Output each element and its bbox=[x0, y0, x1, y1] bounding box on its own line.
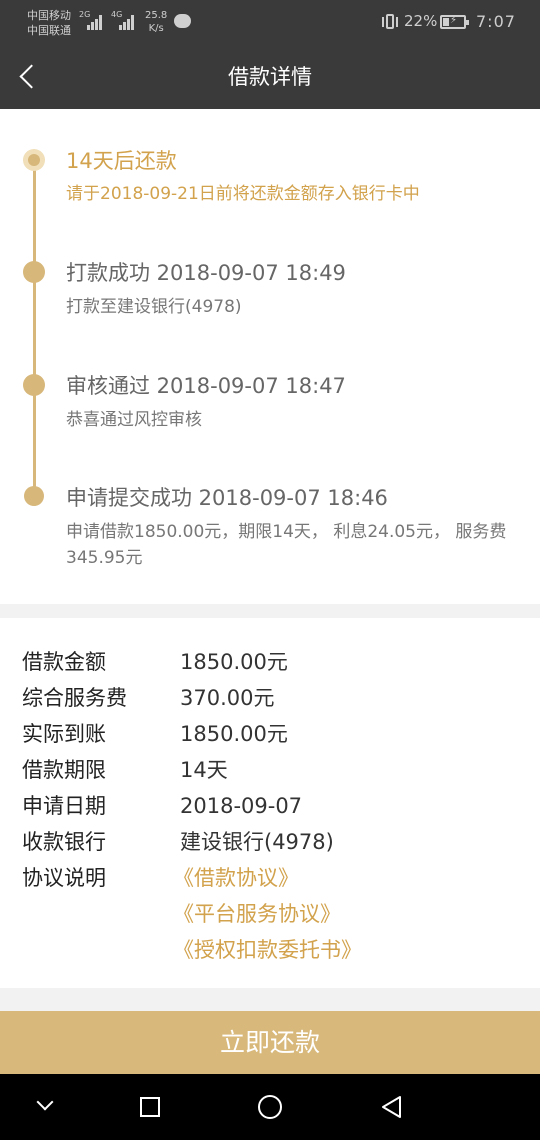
chat-icon bbox=[174, 14, 191, 28]
network-speed: 25.8 K/s bbox=[145, 9, 167, 35]
detail-value: 建设银行(4978) bbox=[180, 830, 334, 854]
detail-value: 14天 bbox=[180, 758, 228, 782]
hide-keyboard-icon[interactable] bbox=[35, 1096, 55, 1116]
detail-row-received: 实际到账 1850.00元 bbox=[0, 716, 540, 752]
back-icon[interactable] bbox=[14, 61, 44, 93]
timeline-step-desc: 打款至建设银行(4978) bbox=[66, 297, 242, 317]
title-bar: 借款详情 bbox=[0, 45, 540, 109]
detail-row-bank: 收款银行 建设银行(4978) bbox=[0, 824, 540, 860]
status-bar: 中国移动 中国联通 2G 4G 25.8 K/s 22% ⚡ 7:07 bbox=[0, 0, 540, 45]
timeline-step-title: 申请提交成功 2018-09-07 18:46 bbox=[66, 486, 388, 510]
timeline-dot bbox=[24, 486, 44, 506]
detail-row-amount: 借款金额 1850.00元 bbox=[0, 644, 540, 680]
timeline-step-desc: 恭喜通过风控审核 bbox=[66, 410, 202, 430]
home-icon[interactable] bbox=[258, 1095, 282, 1119]
platform-service-agreement-link[interactable]: 《平台服务协议》 bbox=[173, 896, 341, 932]
section-divider bbox=[0, 604, 540, 618]
repay-now-button[interactable]: 立即还款 bbox=[0, 1011, 540, 1074]
loan-timeline: 14天后还款 请于2018-09-21日前将还款金额存入银行卡中 打款成功 20… bbox=[0, 109, 540, 604]
detail-row-term: 借款期限 14天 bbox=[0, 752, 540, 788]
detail-label: 借款金额 bbox=[22, 650, 106, 674]
detail-label: 综合服务费 bbox=[22, 686, 127, 710]
section-divider bbox=[0, 988, 540, 1011]
timeline-dot bbox=[23, 261, 45, 283]
signal-icon bbox=[87, 12, 107, 30]
timeline-line bbox=[33, 160, 36, 496]
detail-label: 实际到账 bbox=[22, 722, 106, 746]
speed-value: 25.8 bbox=[145, 10, 168, 21]
carrier-2: 中国联通 bbox=[27, 24, 71, 37]
detail-value: 1850.00元 bbox=[180, 722, 288, 746]
carrier-info: 中国移动 中国联通 bbox=[27, 8, 71, 38]
page-title: 借款详情 bbox=[228, 65, 312, 89]
detail-row-service-fee: 综合服务费 370.00元 bbox=[0, 680, 540, 716]
loan-agreement-link[interactable]: 《借款协议》 bbox=[173, 860, 299, 896]
recents-icon[interactable] bbox=[140, 1097, 160, 1117]
detail-label: 借款期限 bbox=[22, 758, 106, 782]
timeline-step-desc: 请于2018-09-21日前将还款金额存入银行卡中 bbox=[66, 184, 420, 204]
system-nav-bar bbox=[0, 1074, 540, 1140]
detail-label: 收款银行 bbox=[22, 830, 106, 854]
detail-value: 370.00元 bbox=[180, 686, 275, 710]
detail-label: 申请日期 bbox=[22, 794, 106, 818]
timeline-dot-current bbox=[23, 149, 45, 171]
carrier-1: 中国移动 bbox=[27, 9, 71, 22]
timeline-dot bbox=[23, 374, 45, 396]
detail-label: 协议说明 bbox=[22, 866, 106, 890]
detail-value: 2018-09-07 bbox=[180, 794, 303, 818]
battery-icon: ⚡ bbox=[440, 15, 469, 29]
vibrate-icon bbox=[381, 13, 399, 31]
timeline-step-title: 14天后还款 bbox=[66, 149, 177, 173]
detail-row-date: 申请日期 2018-09-07 bbox=[0, 788, 540, 824]
detail-value: 1850.00元 bbox=[180, 650, 288, 674]
signal-icon bbox=[119, 12, 139, 30]
battery-percent: 22% bbox=[404, 12, 438, 30]
back-nav-icon[interactable] bbox=[380, 1095, 402, 1119]
clock: 7:07 bbox=[476, 12, 516, 31]
timeline-step-title: 审核通过 2018-09-07 18:47 bbox=[66, 374, 346, 398]
timeline-step-title: 打款成功 2018-09-07 18:49 bbox=[66, 261, 346, 285]
timeline-step-desc: 申请借款1850.00元，期限14天， 利息24.05元， 服务费345.95元 bbox=[66, 522, 507, 568]
speed-unit: K/s bbox=[148, 23, 164, 34]
loan-details: 借款金额 1850.00元 综合服务费 370.00元 实际到账 1850.00… bbox=[0, 618, 540, 988]
debit-authorization-link[interactable]: 《授权扣款委托书》 bbox=[173, 932, 362, 968]
